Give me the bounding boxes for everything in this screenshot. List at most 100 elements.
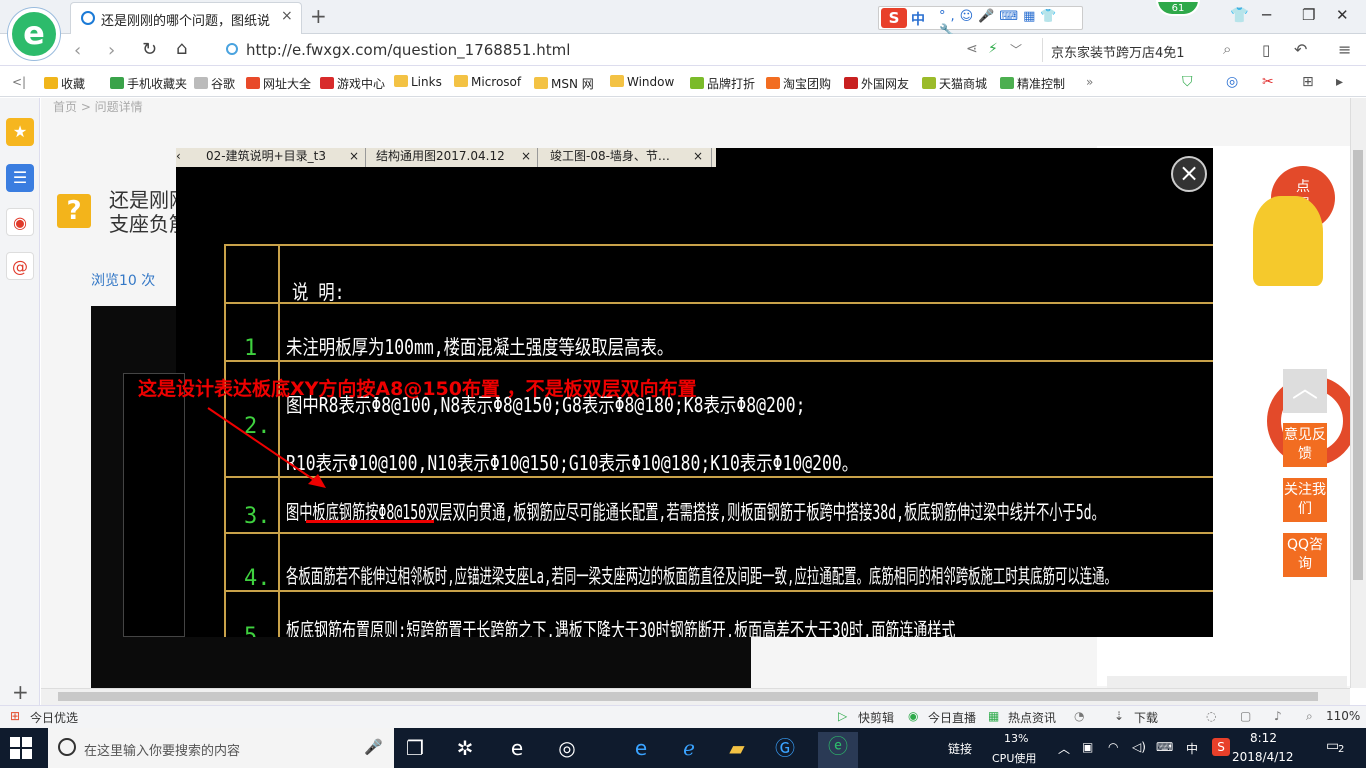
window-icon[interactable]: ▢: [1240, 709, 1251, 723]
video-edit-icon[interactable]: ▷: [838, 709, 847, 723]
cad-tab-close[interactable]: ×: [693, 148, 703, 165]
shield-icon[interactable]: ⛉: [1182, 74, 1193, 90]
live-icon[interactable]: ◉: [908, 709, 918, 723]
bookmark-item[interactable]: 品牌打折: [690, 75, 755, 92]
wifi-icon[interactable]: ◠: [1108, 740, 1118, 754]
sogou-browser-icon[interactable]: Ⓖ: [770, 734, 800, 762]
bookmark-item[interactable]: 天猫商城: [922, 75, 987, 92]
cad-tab-close[interactable]: ×: [349, 148, 359, 165]
feedback-button[interactable]: 意见反馈: [1283, 423, 1327, 467]
tab-close-button[interactable]: ×: [281, 8, 293, 24]
search-input[interactable]: 京东家装节跨万店4免1: [1051, 42, 1185, 61]
cad-tab[interactable]: 竣工图-08-墙身、节… ×: [538, 148, 712, 167]
undo-icon[interactable]: ↶: [1294, 40, 1307, 59]
mobile-icon[interactable]: ▯: [1262, 41, 1270, 59]
volume-icon[interactable]: ◁): [1132, 740, 1146, 754]
share-icon[interactable]: ⋖: [966, 41, 978, 57]
status-item[interactable]: 今日直播: [928, 709, 976, 726]
sogou-tray-icon[interactable]: S: [1212, 738, 1230, 756]
download-icon[interactable]: ⇣: [1114, 709, 1124, 723]
sogou-ime-icon[interactable]: S: [881, 8, 907, 28]
clock-time[interactable]: 8:12: [1250, 731, 1277, 745]
search-icon[interactable]: ⌕: [1223, 40, 1231, 58]
cad-tab[interactable]: 结构通用图2017.04.12 ×: [366, 148, 538, 167]
vertical-scroll-thumb[interactable]: [1353, 150, 1363, 580]
back-to-top-button[interactable]: ︿: [1283, 369, 1327, 413]
status-item[interactable]: 下载: [1134, 709, 1158, 726]
refresh-icon[interactable]: ↻: [142, 39, 157, 60]
status-item[interactable]: 快剪辑: [858, 709, 894, 726]
clock-date[interactable]: 2018/4/12: [1232, 750, 1294, 764]
screenshot-icon[interactable]: ✂: [1262, 74, 1274, 90]
speed-icon[interactable]: ◔: [1074, 709, 1084, 723]
keyboard-icon[interactable]: ⌨: [1156, 740, 1173, 754]
sound-icon[interactable]: ♪: [1274, 709, 1282, 723]
taskbar-search[interactable]: 在这里输入你要搜索的内容 🎤: [48, 728, 394, 768]
breadcrumb[interactable]: 首页 > 问题详情: [53, 98, 143, 115]
new-tab-button[interactable]: +: [310, 4, 327, 28]
bookmark-item[interactable]: 网址大全: [246, 75, 311, 92]
viewer-close-button[interactable]: ×: [1171, 156, 1207, 192]
translate-icon[interactable]: ◎: [1226, 74, 1238, 90]
follow-button[interactable]: 关注我们: [1283, 478, 1327, 522]
zoom-icon[interactable]: ⌕: [1306, 709, 1313, 724]
speedup-icon[interactable]: ⚡: [988, 41, 998, 57]
close-window-button[interactable]: ✕: [1336, 6, 1349, 24]
bookmark-item[interactable]: 手机收藏夹: [110, 75, 187, 92]
dropdown-icon[interactable]: ﹀: [1010, 41, 1022, 58]
gift-icon[interactable]: ⊞: [10, 709, 20, 723]
ime-indicator[interactable]: 中: [1186, 740, 1198, 757]
link-label[interactable]: 链接: [948, 740, 972, 757]
reading-list-icon[interactable]: ☰: [6, 164, 34, 192]
horizontal-scroll-thumb[interactable]: [58, 692, 1318, 701]
bookmark-item[interactable]: MSN 网: [534, 75, 594, 92]
more-bookmarks-icon[interactable]: »: [1086, 75, 1093, 89]
bookmark-item[interactable]: 游戏中心: [320, 75, 385, 92]
taskbar-search-input[interactable]: 在这里输入你要搜索的内容: [84, 740, 240, 759]
news-icon[interactable]: ▦: [988, 709, 999, 723]
ie-icon[interactable]: ℯ: [674, 734, 704, 762]
cleanup-icon[interactable]: ◌: [1206, 709, 1216, 723]
zoom-level[interactable]: 110%: [1326, 709, 1360, 723]
qq-consult-button[interactable]: QQ咨询: [1283, 533, 1327, 577]
bookmark-item[interactable]: 淘宝团购: [766, 75, 831, 92]
favorites-star-icon[interactable]: ★: [6, 118, 34, 146]
ime-toolbar[interactable]: S 中 °,☺🎤⌨▦👕🔧: [878, 6, 1083, 39]
weibo-icon[interactable]: ◉: [6, 208, 34, 236]
360-browser-icon[interactable]: ⓔ: [818, 732, 858, 768]
browser-logo-icon[interactable]: e: [8, 8, 60, 60]
back-icon[interactable]: ‹: [74, 40, 81, 61]
cad-tab[interactable]: 02-建筑说明+目录_t3 ×: [192, 148, 366, 167]
bookmark-item[interactable]: 收藏: [44, 75, 85, 92]
bookmark-item[interactable]: Microsof: [454, 75, 521, 89]
microphone-icon[interactable]: 🎤: [364, 738, 383, 756]
browser-tab[interactable]: 还是刚刚的哪个问题，图纸说明制 ×: [70, 2, 302, 34]
menu-icon[interactable]: ≡: [1338, 40, 1351, 59]
tray-expand-icon[interactable]: ︿: [1058, 740, 1070, 757]
home-icon[interactable]: ⌂: [176, 38, 187, 59]
tray-app-icon[interactable]: ▣: [1082, 740, 1093, 754]
ime-mode-label[interactable]: 中: [911, 9, 925, 29]
bookmark-item[interactable]: 精准控制: [1000, 75, 1065, 92]
forward-icon[interactable]: ›: [108, 40, 115, 61]
cad-tab-scroll-left[interactable]: ‹: [176, 148, 190, 167]
skin-icon[interactable]: 👕: [1230, 6, 1249, 24]
edge-browser-icon[interactable]: e: [626, 734, 656, 762]
windows-start-icon[interactable]: [10, 737, 32, 759]
today-picks-link[interactable]: 今日优选: [30, 709, 78, 726]
bookmark-item[interactable]: 外国网友: [844, 75, 909, 92]
status-item[interactable]: 热点资讯: [1008, 709, 1056, 726]
bookmark-item[interactable]: Links: [394, 75, 442, 89]
edge-icon[interactable]: e: [502, 734, 532, 762]
extensions-icon[interactable]: ⊞: [1302, 74, 1314, 90]
search-box[interactable]: 京东家装节跨万店4免1 ⌕: [1042, 38, 1244, 62]
app-icon[interactable]: ◎: [552, 734, 582, 762]
bookmarks-toggle-icon[interactable]: <|: [12, 75, 26, 89]
task-view-icon[interactable]: ❐: [400, 734, 430, 762]
minimize-button[interactable]: ─: [1262, 6, 1271, 24]
mail-icon[interactable]: @: [6, 252, 34, 280]
pinwheel-app-icon[interactable]: ✲: [450, 734, 480, 762]
cad-tab-close[interactable]: ×: [521, 148, 531, 165]
bookmark-item[interactable]: Window: [610, 75, 674, 89]
more-menu-icon[interactable]: ▸: [1336, 74, 1343, 90]
